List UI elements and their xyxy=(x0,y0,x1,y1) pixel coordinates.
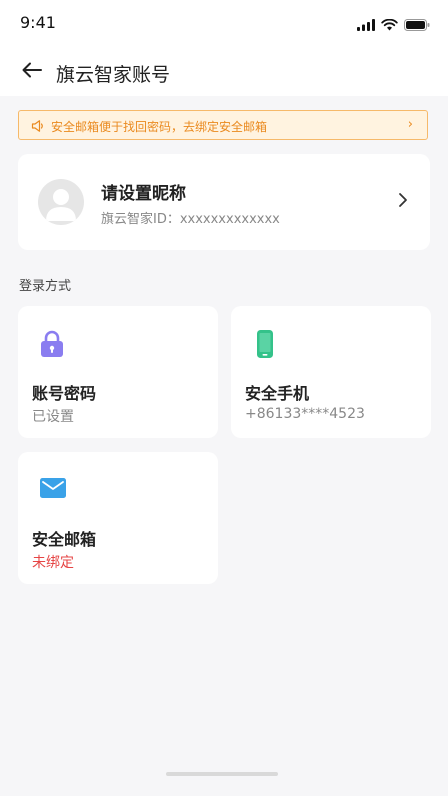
wifi-icon xyxy=(381,16,398,35)
lock-icon xyxy=(40,330,64,362)
back-button[interactable] xyxy=(16,58,48,86)
notice-text: 安全邮箱便于找回密码，去绑定安全邮箱 xyxy=(51,120,268,134)
mail-icon xyxy=(40,478,66,502)
avatar[interactable] xyxy=(38,179,84,225)
profile-card[interactable]: 请设置昵称 旗云智家ID：xxxxxxxxxxxxx xyxy=(18,154,430,250)
method-status: 已设置 xyxy=(32,409,74,425)
status-bar: 9:41 xyxy=(0,0,448,48)
login-method-password[interactable]: 账号密码 已设置 xyxy=(18,306,218,438)
nickname-label: 请设置昵称 xyxy=(101,184,186,204)
bind-email-notice[interactable]: 安全邮箱便于找回密码，去绑定安全邮箱 › xyxy=(18,110,428,140)
account-id: 旗云智家ID：xxxxxxxxxxxxx xyxy=(101,212,280,227)
page-title: 旗云智家账号 xyxy=(56,64,171,86)
chevron-right-icon: › xyxy=(407,117,413,132)
method-title: 账号密码 xyxy=(32,384,97,403)
phone-icon xyxy=(257,330,273,362)
speaker-icon xyxy=(31,118,45,137)
login-method-email[interactable]: 安全邮箱 未绑定 xyxy=(18,452,218,584)
navigation-bar: 旗云智家账号 xyxy=(0,48,448,96)
home-indicator[interactable] xyxy=(166,772,278,776)
method-status: 未绑定 xyxy=(32,555,74,571)
arrow-left-icon xyxy=(22,62,42,82)
chevron-right-icon xyxy=(398,192,408,212)
login-methods-title: 登录方式 xyxy=(19,279,72,294)
login-method-phone[interactable]: 安全手机 +86133****4523 xyxy=(231,306,431,438)
method-status: +86133****4523 xyxy=(245,406,365,422)
battery-icon xyxy=(404,16,430,35)
user-icon xyxy=(46,189,76,221)
method-title: 安全手机 xyxy=(245,384,310,403)
status-icons xyxy=(357,16,430,35)
method-title: 安全邮箱 xyxy=(32,530,97,549)
signal-icon xyxy=(357,16,375,35)
status-time: 9:41 xyxy=(20,13,56,32)
